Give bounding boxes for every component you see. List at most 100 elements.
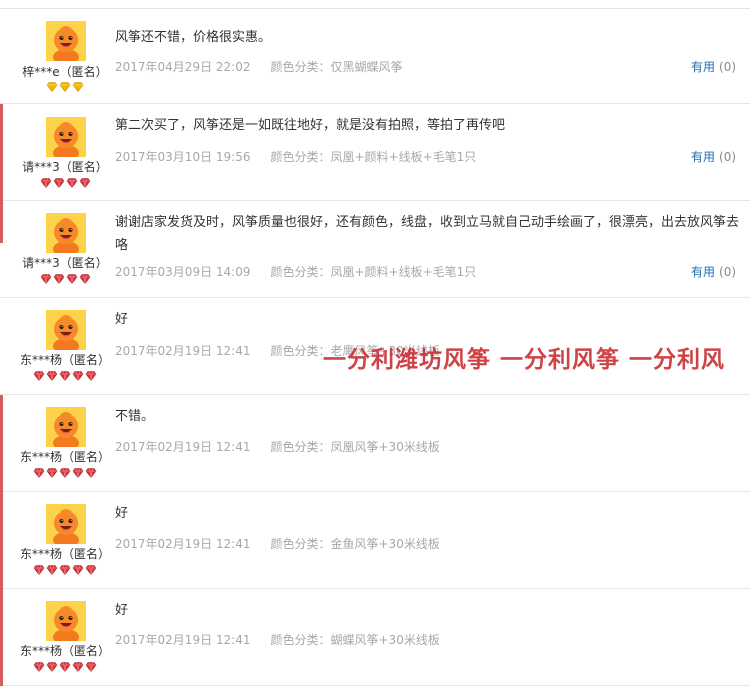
sku-label: 颜色分类： <box>270 537 331 551</box>
reviewer-nickname: 请***3（匿名） <box>22 256 108 270</box>
review-content: 第二次买了，风筝还是一如既往地好，就是没有拍照，等拍了再传吧 <box>115 118 506 133</box>
gold-diamond-icon <box>72 82 84 92</box>
red-heart-gem-icon <box>85 371 97 381</box>
review-content: 风筝还不错，价格很实惠。 <box>115 30 272 45</box>
red-heart-gem-icon <box>85 565 97 575</box>
sku-label: 颜色分类： <box>270 60 331 74</box>
useful-count: (0) <box>719 265 737 279</box>
review-date: 2017年02月19日 12:41 <box>115 344 251 358</box>
reviewer-level-badges <box>0 371 130 381</box>
review-date: 2017年02月19日 12:41 <box>115 440 251 454</box>
red-heart-gem-icon <box>46 662 58 672</box>
red-heart-gem-icon <box>85 468 97 478</box>
review-content: 谢谢店家发货及时，风筝质量也很好，还有颜色，线盘，收到立马就自己动手绘画了，很漂… <box>115 215 740 253</box>
sku-label: 颜色分类： <box>270 344 331 358</box>
reviewer-nickname: 东***杨（匿名） <box>19 353 110 367</box>
sku-label: 颜色分类： <box>270 150 331 164</box>
reviewer-level-badges <box>0 274 130 284</box>
useful-vote[interactable]: 有用 (0) <box>691 148 736 165</box>
useful-count: (0) <box>719 150 737 164</box>
useful-count: (0) <box>719 60 737 74</box>
review-date: 2017年02月19日 12:41 <box>115 537 251 551</box>
reviewer-nickname: 东***杨（匿名） <box>19 547 110 561</box>
user-avatar-icon[interactable] <box>46 117 86 157</box>
red-heart-gem-icon <box>33 565 45 575</box>
reviewer-nickname: 东***杨（匿名） <box>19 450 110 464</box>
red-heart-gem-icon <box>72 565 84 575</box>
reviewer-nickname: 请***3（匿名） <box>22 160 108 174</box>
reviewer-level-badges <box>0 662 130 672</box>
review-item: 梓***e（匿名） 风筝还不错，价格很实惠。 2017年04月29日 22:02… <box>0 8 750 104</box>
sku-label: 颜色分类： <box>270 440 331 454</box>
sku-value: 凤凰+颜料+线板+毛笔1只 <box>330 150 477 164</box>
useful-button[interactable]: 有用 <box>691 60 715 74</box>
sku-value: 金鱼风筝+30米线板 <box>330 537 440 551</box>
review-content: 好 <box>115 312 129 327</box>
review-date: 2017年02月19日 12:41 <box>115 633 251 647</box>
red-heart-gem-icon <box>59 371 71 381</box>
red-heart-gem-icon <box>33 662 45 672</box>
red-heart-gem-icon <box>46 565 58 575</box>
useful-vote[interactable]: 有用 (0) <box>691 58 736 75</box>
useful-button[interactable]: 有用 <box>691 265 715 279</box>
red-heart-gem-icon <box>59 468 71 478</box>
user-avatar-icon[interactable] <box>46 601 86 641</box>
sku-value: 凤凰风筝+30米线板 <box>330 440 440 454</box>
sku-value: 蝴蝶风筝+30米线板 <box>330 633 440 647</box>
user-avatar-icon[interactable] <box>46 21 86 61</box>
red-heart-gem-icon <box>72 468 84 478</box>
review-meta: 2017年03月10日 19:56 颜色分类：凤凰+颜料+线板+毛笔1只 <box>115 148 476 165</box>
review-item: 东***杨（匿名） 好 2017年02月19日 12:41 颜色分类：蝴蝶风筝+3… <box>0 589 750 686</box>
left-accent-bar <box>0 201 3 243</box>
reviewer-nickname: 梓***e（匿名） <box>22 65 108 79</box>
red-heart-gem-icon <box>59 662 71 672</box>
red-heart-gem-icon <box>33 371 45 381</box>
review-item: 东***杨（匿名） 好 2017年02月19日 12:41 颜色分类：金鱼风筝+3… <box>0 492 750 589</box>
red-heart-gem-icon <box>53 274 65 284</box>
watermark-text: 一分利潍坊风筝 一分利风筝 一分利风 <box>323 346 726 373</box>
red-heart-gem-icon <box>46 371 58 381</box>
review-item: 请***3（匿名） 谢谢店家发货及时，风筝质量也很好，还有颜色，线盘，收到立马就… <box>0 201 750 298</box>
red-heart-gem-icon <box>72 371 84 381</box>
red-heart-gem-icon <box>40 178 52 188</box>
review-meta: 2017年02月19日 12:41 颜色分类：凤凰风筝+30米线板 <box>115 438 440 455</box>
red-heart-gem-icon <box>79 274 91 284</box>
red-heart-gem-icon <box>59 565 71 575</box>
red-heart-gem-icon <box>72 662 84 672</box>
review-meta: 2017年04月29日 22:02 颜色分类：仅黑蝴蝶风筝 <box>115 58 403 75</box>
user-avatar-icon[interactable] <box>46 504 86 544</box>
reviewer-level-badges <box>0 178 130 188</box>
review-item: 东***杨（匿名） 不错。 2017年02月19日 12:41 颜色分类：凤凰风筝… <box>0 395 750 492</box>
review-date: 2017年04月29日 22:02 <box>115 60 251 74</box>
sku-value: 凤凰+颜料+线板+毛笔1只 <box>330 265 477 279</box>
review-item: 请***3（匿名） 第二次买了，风筝还是一如既往地好，就是没有拍照，等拍了再传吧… <box>0 104 750 201</box>
review-meta: 2017年03月09日 14:09 颜色分类：凤凰+颜料+线板+毛笔1只 <box>115 263 476 280</box>
review-list: 梓***e（匿名） 风筝还不错，价格很实惠。 2017年04月29日 22:02… <box>0 0 750 686</box>
review-date: 2017年03月10日 19:56 <box>115 150 251 164</box>
red-heart-gem-icon <box>85 662 97 672</box>
review-date: 2017年03月09日 14:09 <box>115 265 251 279</box>
review-content: 好 <box>115 603 129 618</box>
review-content: 不错。 <box>115 409 155 424</box>
reviewer-level-badges <box>0 565 130 575</box>
user-avatar-icon[interactable] <box>46 213 86 253</box>
red-heart-gem-icon <box>33 468 45 478</box>
red-heart-gem-icon <box>66 178 78 188</box>
user-avatar-icon[interactable] <box>46 310 86 350</box>
review-meta: 2017年02月19日 12:41 颜色分类：金鱼风筝+30米线板 <box>115 535 440 552</box>
reviewer-level-badges <box>0 468 130 478</box>
review-content: 好 <box>115 506 129 521</box>
useful-button[interactable]: 有用 <box>691 150 715 164</box>
useful-vote[interactable]: 有用 (0) <box>691 263 736 280</box>
review-meta: 2017年02月19日 12:41 颜色分类：蝴蝶风筝+30米线板 <box>115 631 440 648</box>
sku-label: 颜色分类： <box>270 265 331 279</box>
gold-diamond-icon <box>59 82 71 92</box>
red-heart-gem-icon <box>79 178 91 188</box>
red-heart-gem-icon <box>53 178 65 188</box>
reviewer-level-badges <box>0 82 130 92</box>
sku-value: 仅黑蝴蝶风筝 <box>330 60 403 74</box>
reviewer-nickname: 东***杨（匿名） <box>19 644 110 658</box>
red-heart-gem-icon <box>46 468 58 478</box>
user-avatar-icon[interactable] <box>46 407 86 447</box>
sku-label: 颜色分类： <box>270 633 331 647</box>
